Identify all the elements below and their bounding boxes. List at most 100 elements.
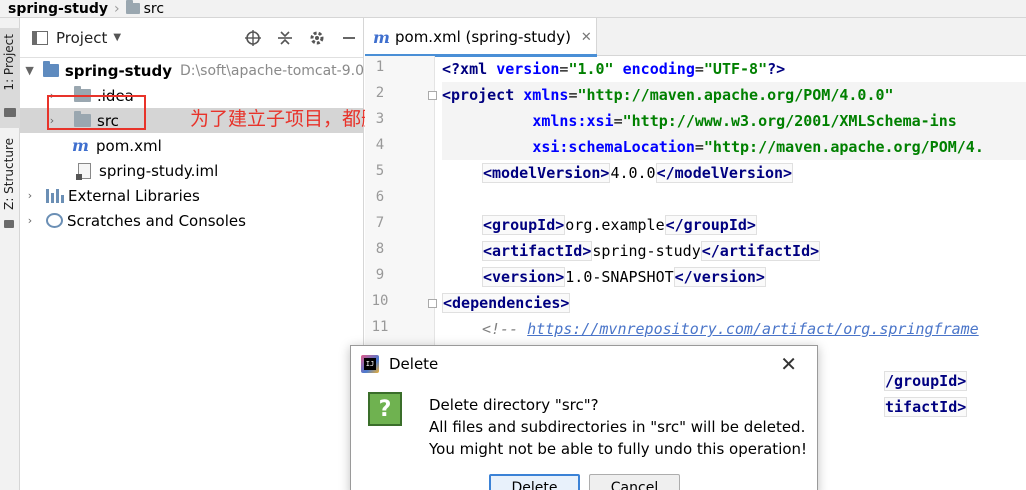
code-token: </modelVersion> xyxy=(655,163,794,183)
code-token: <modelVersion> xyxy=(482,163,611,183)
cancel-button[interactable]: Cancel xyxy=(589,474,680,490)
code-token: <dependencies> xyxy=(442,293,571,313)
code-token: "http://maven.apache.org/POM/4. xyxy=(703,138,984,156)
structure-tool-tab[interactable]: Z: Structure xyxy=(0,136,20,236)
tab-pom-xml[interactable]: m pom.xml (spring-study) ✕ xyxy=(365,18,597,57)
breadcrumb-project[interactable]: spring-study xyxy=(8,1,108,17)
code-token: 1.0-SNAPSHOT xyxy=(565,268,674,286)
tab-label: pom.xml (spring-study) xyxy=(395,28,571,46)
code-token: /groupId> xyxy=(884,371,968,391)
tree-item-scratches[interactable]: › Scratches and Consoles xyxy=(20,208,364,233)
close-icon[interactable]: ✕ xyxy=(581,30,592,45)
delete-button[interactable]: Delete xyxy=(489,474,580,490)
question-icon: ? xyxy=(368,392,402,426)
chevron-down-icon[interactable]: ▼ xyxy=(113,32,121,43)
close-icon[interactable]: ✕ xyxy=(780,352,797,376)
code-line: <modelVersion>4.0.0</modelVersion> xyxy=(482,160,1026,186)
project-panel-header: Project ▼ xyxy=(20,18,363,58)
code-line: xsi:schemaLocation="http://maven.apache.… xyxy=(442,134,1026,160)
code-token: </artifactId> xyxy=(700,241,821,261)
tree-item-label: pom.xml xyxy=(96,136,162,155)
tree-item-label: External Libraries xyxy=(68,186,200,205)
line-number: 4 xyxy=(375,137,385,153)
breadcrumb-folder[interactable]: src xyxy=(144,1,164,17)
dialog-message-detail: All files and subdirectories in "src" wi… xyxy=(429,418,806,436)
tree-item-spring-study[interactable]: ▼ spring-study D:\soft\apache-tomcat-9.0 xyxy=(20,58,364,83)
code-line: <version>1.0-SNAPSHOT</version> xyxy=(482,264,1026,290)
code-token: ?> xyxy=(767,60,786,78)
collapse-all-icon[interactable] xyxy=(275,28,295,48)
code-token: <artifactId> xyxy=(482,241,593,261)
chevron-down-icon[interactable]: ▼ xyxy=(24,64,35,77)
code-line: <artifactId>spring-study</artifactId> xyxy=(482,238,1026,264)
code-line: tifactId> xyxy=(884,394,1026,420)
locate-icon[interactable] xyxy=(243,28,263,48)
project-path: D:\soft\apache-tomcat-9.0 xyxy=(179,62,364,79)
code-line: <dependencies> xyxy=(442,290,1026,316)
code-token: version xyxy=(496,60,560,78)
line-number: 5 xyxy=(375,163,385,179)
line-number: 3 xyxy=(375,111,385,127)
code-token: xmlns:xsi xyxy=(532,112,614,130)
breadcrumb: spring-study › src xyxy=(0,0,1026,18)
library-icon xyxy=(46,188,64,203)
maven-icon: m xyxy=(72,136,89,155)
code-token: encoding xyxy=(613,60,695,78)
line-number: 10 xyxy=(371,293,389,309)
chevron-right-icon[interactable]: › xyxy=(24,214,36,227)
code-line: <?xml version="1.0" encoding="UTF-8"?> xyxy=(442,56,1026,82)
editor-tabbar: m pom.xml (spring-study) ✕ xyxy=(365,18,1026,57)
chevron-right-icon[interactable]: › xyxy=(24,189,36,202)
code-token: = xyxy=(694,60,704,78)
minimize-icon[interactable] xyxy=(339,28,359,48)
left-tool-strip: 1: Project Z: Structure xyxy=(0,18,20,490)
code-token: "UTF-8" xyxy=(703,60,768,78)
code-token: "http://www.w3.org/2001/XMLSchema-ins xyxy=(622,112,957,130)
delete-dialog: IJ Delete ✕ ? Delete directory "src"? Al… xyxy=(350,345,818,490)
dialog-message-warning: You might not be able to fully undo this… xyxy=(429,440,808,458)
code-token: 4.0.0 xyxy=(610,164,656,182)
code-line: /groupId> xyxy=(884,368,1026,394)
line-number: 11 xyxy=(371,319,389,335)
gear-icon[interactable] xyxy=(307,28,327,48)
project-panel: Project ▼ ▼ spring-study D:\soft\apache-… xyxy=(20,18,364,490)
code-token: </version> xyxy=(673,267,766,287)
code-token: tifactId> xyxy=(884,397,968,417)
tree-item-iml[interactable]: spring-study.iml xyxy=(20,158,364,183)
code-token: = xyxy=(613,112,623,130)
module-file-icon xyxy=(76,162,91,180)
code-line: <groupId>org.example</groupId> xyxy=(482,212,1026,238)
folder-icon xyxy=(125,0,140,14)
tree-item-pom-xml[interactable]: m pom.xml xyxy=(20,133,364,158)
project-view-icon xyxy=(32,30,48,45)
code-line: <project xmlns="http://maven.apache.org/… xyxy=(442,82,1026,108)
line-number: 1 xyxy=(375,59,385,75)
scratches-icon xyxy=(46,213,63,228)
module-folder-icon xyxy=(42,61,59,77)
structure-tool-tab-label: Z: Structure xyxy=(2,138,16,210)
code-token: "1.0" xyxy=(568,60,614,78)
code-token: <groupId> xyxy=(482,215,566,235)
dialog-message-question: Delete directory "src"? xyxy=(429,396,599,414)
breadcrumb-separator: › xyxy=(114,0,120,17)
line-number: 7 xyxy=(375,215,385,231)
project-tool-tab-label: 1: Project xyxy=(2,34,16,91)
code-token: <!-- xyxy=(482,320,528,338)
structure-icon xyxy=(4,220,14,228)
line-number: 8 xyxy=(375,241,385,257)
annotation-highlight-box xyxy=(47,95,146,130)
line-number: 2 xyxy=(375,85,385,101)
code-link[interactable]: https://mvnrepository.com/artifact/org.s… xyxy=(527,320,979,338)
tree-item-external-libraries[interactable]: › External Libraries xyxy=(20,183,364,208)
tree-item-label: spring-study.iml xyxy=(99,161,219,180)
project-panel-title[interactable]: Project xyxy=(56,29,107,47)
tree-item-label: Scratches and Consoles xyxy=(67,211,246,230)
code-token: xsi:schemaLocation xyxy=(532,138,695,156)
code-token: <version> xyxy=(482,267,566,287)
code-token: xmlns xyxy=(514,86,569,104)
code-token: <?xml xyxy=(442,60,497,78)
code-token: "http://maven.apache.org/POM/4.0.0" xyxy=(577,86,894,104)
tree-item-label: spring-study xyxy=(64,61,172,80)
dialog-titlebar[interactable]: IJ Delete ✕ xyxy=(351,346,817,382)
project-tool-tab[interactable]: 1: Project xyxy=(0,28,20,128)
